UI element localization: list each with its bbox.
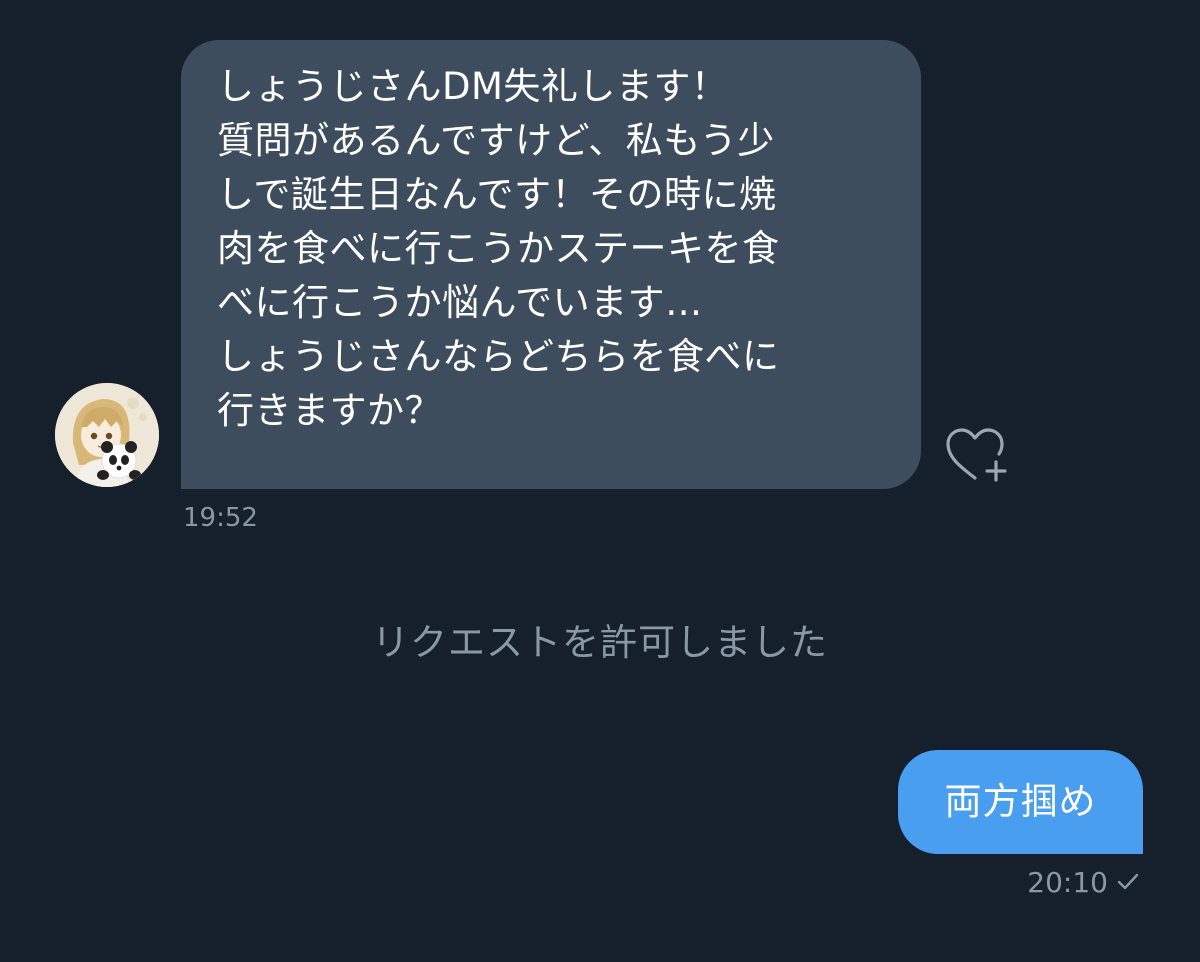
check-icon [1116,866,1140,899]
incoming-timestamp: 19:52 [183,503,258,533]
outgoing-message-bubble[interactable]: 両方掴め [898,750,1143,854]
incoming-message-bubble[interactable]: しょうじさんDM失礼します！ 質問があるんですけど、私もう少 しで誕生日なんです… [181,40,921,489]
sender-avatar[interactable] [55,383,159,487]
request-accepted-notice: リクエストを許可しました [372,621,828,664]
heart-plus-icon[interactable] [940,424,1010,488]
outgoing-timestamp: 20:10 [1027,866,1108,899]
outgoing-status: 20:10 [1027,866,1140,899]
